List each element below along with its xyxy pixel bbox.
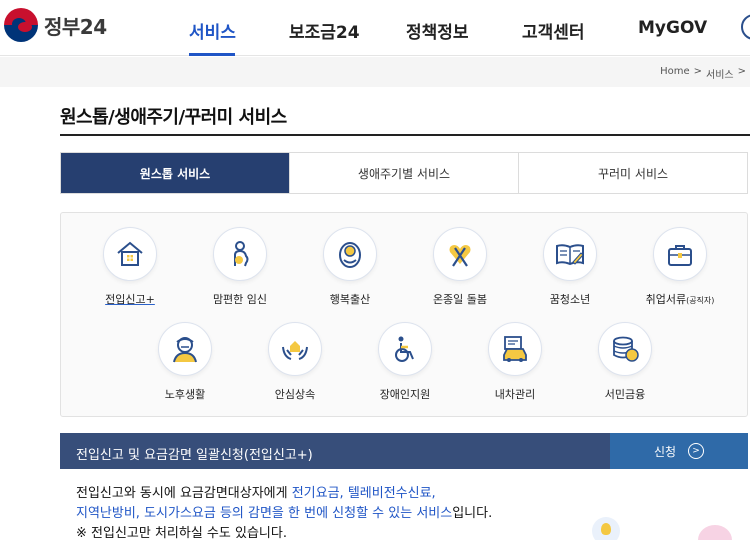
nav-mygov[interactable]: MyGOV <box>638 18 707 38</box>
service-label: 내차관리 <box>494 388 536 401</box>
briefcase-icon <box>668 245 692 266</box>
car-icon <box>503 336 527 362</box>
logo-text: 정부24 <box>44 14 107 39</box>
service-finance[interactable]: 서민금융 <box>570 322 680 402</box>
breadcrumb-services[interactable]: 서비스 <box>706 66 734 81</box>
service-disability[interactable]: 장애인지원 <box>350 322 460 402</box>
care-ribbon-icon <box>449 245 471 267</box>
service-inheritance[interactable]: 안심상속 <box>240 322 350 402</box>
page-title: 원스톱/생애주기/꾸러미 서비스 <box>60 107 287 128</box>
service-employment-docs[interactable]: 취업서류(공직자) <box>625 227 735 307</box>
service-retirement[interactable]: 노후생활 <box>130 322 240 402</box>
service-label: 행복출산 <box>329 293 371 306</box>
nav-policy-info[interactable]: 정책정보 <box>406 18 469 43</box>
nav-services[interactable]: 서비스 <box>189 18 236 43</box>
service-label: 전입신고+ <box>105 293 155 306</box>
nav-active-indicator <box>189 53 235 56</box>
chevron-right-icon: > <box>688 443 705 459</box>
banner-title: 전입신고 및 요금감면 일괄신청(전입신고+) <box>76 448 313 463</box>
header-menu-icon[interactable] <box>741 14 750 40</box>
elder-icon <box>173 337 197 363</box>
tab-bundle[interactable]: 꾸러미 서비스 <box>519 153 747 193</box>
house-icon <box>117 241 143 266</box>
service-tabs: 원스톱 서비스 생애주기별 서비스 꾸러미 서비스 <box>60 152 748 194</box>
wheelchair-icon <box>395 336 414 362</box>
breadcrumb-separator: > <box>693 66 702 77</box>
service-label: 온종일 돌봄 <box>432 293 488 306</box>
breadcrumb: Home > 서비스 > <box>660 66 746 81</box>
service-label: 꿈청소년 <box>549 293 591 306</box>
breadcrumb-separator: > <box>737 66 746 77</box>
service-label: 장애인지원 <box>379 388 431 401</box>
pregnancy-icon <box>234 241 249 267</box>
apply-button-label: 신청 <box>653 444 677 459</box>
nav-customer-center[interactable]: 고객센터 <box>522 18 585 43</box>
service-my-car[interactable]: 내차관리 <box>460 322 570 402</box>
desc-highlight: 전기요금, 텔레비전수신료, <box>291 486 436 501</box>
tab-lifecycle[interactable]: 생애주기별 서비스 <box>290 153 519 193</box>
gov24-logo[interactable]: 정부24 <box>4 8 107 42</box>
breadcrumb-bar: Home > 서비스 > <box>0 57 750 87</box>
tab-onestop[interactable]: 원스톱 서비스 <box>61 153 290 193</box>
service-label: 안심상속 <box>274 388 316 401</box>
desc-text: 전입신고와 동시에 요금감면대상자에게 <box>76 486 292 501</box>
service-label: 서민금융 <box>604 388 646 401</box>
service-label: 노후생활 <box>164 388 206 401</box>
desc-note: ※ 전입신고만 처리하실 수도 있습니다. <box>76 526 287 540</box>
book-icon <box>556 244 584 266</box>
service-youth[interactable]: 꿈청소년 <box>515 227 625 307</box>
service-allday-care[interactable]: 온종일 돌봄 <box>405 227 515 307</box>
desc-highlight: 지역난방비, 도시가스요금 등의 감면을 한 번에 신청할 수 있는 서비스 <box>76 506 453 521</box>
apply-button[interactable]: 신청 > <box>610 433 748 469</box>
title-divider <box>60 134 750 136</box>
service-pregnancy[interactable]: 맘편한 임신 <box>185 227 295 307</box>
service-banner: 전입신고 및 요금감면 일괄신청(전입신고+) 신청 > <box>60 433 748 469</box>
hands-house-icon <box>282 341 308 360</box>
baby-icon <box>339 242 361 268</box>
banner-description: 전입신고와 동시에 요금감면대상자에게 전기요금, 텔레비전수신료, 지역난방비… <box>60 469 748 540</box>
nav-subsidy24[interactable]: 보조금24 <box>289 18 360 43</box>
desc-text: 입니다. <box>452 506 493 521</box>
site-header: 정부24 서비스 보조금24 정책정보 고객센터 MyGOV <box>0 0 750 56</box>
service-birth[interactable]: 행복출산 <box>295 227 405 307</box>
breadcrumb-home[interactable]: Home <box>660 66 690 81</box>
service-label: 맘편한 임신 <box>212 293 268 306</box>
taegeuk-logo-icon <box>4 8 38 42</box>
coins-icon <box>613 336 639 362</box>
service-grid: 전입신고+ 맘편한 임신 행복출산 온종일 돌봄 꿈청소년 취업서류(공직자) … <box>60 212 748 417</box>
service-move-in[interactable]: 전입신고+ <box>75 227 185 307</box>
lightbulb-icon <box>592 517 620 540</box>
service-label: 취업서류(공직자) <box>645 293 715 306</box>
